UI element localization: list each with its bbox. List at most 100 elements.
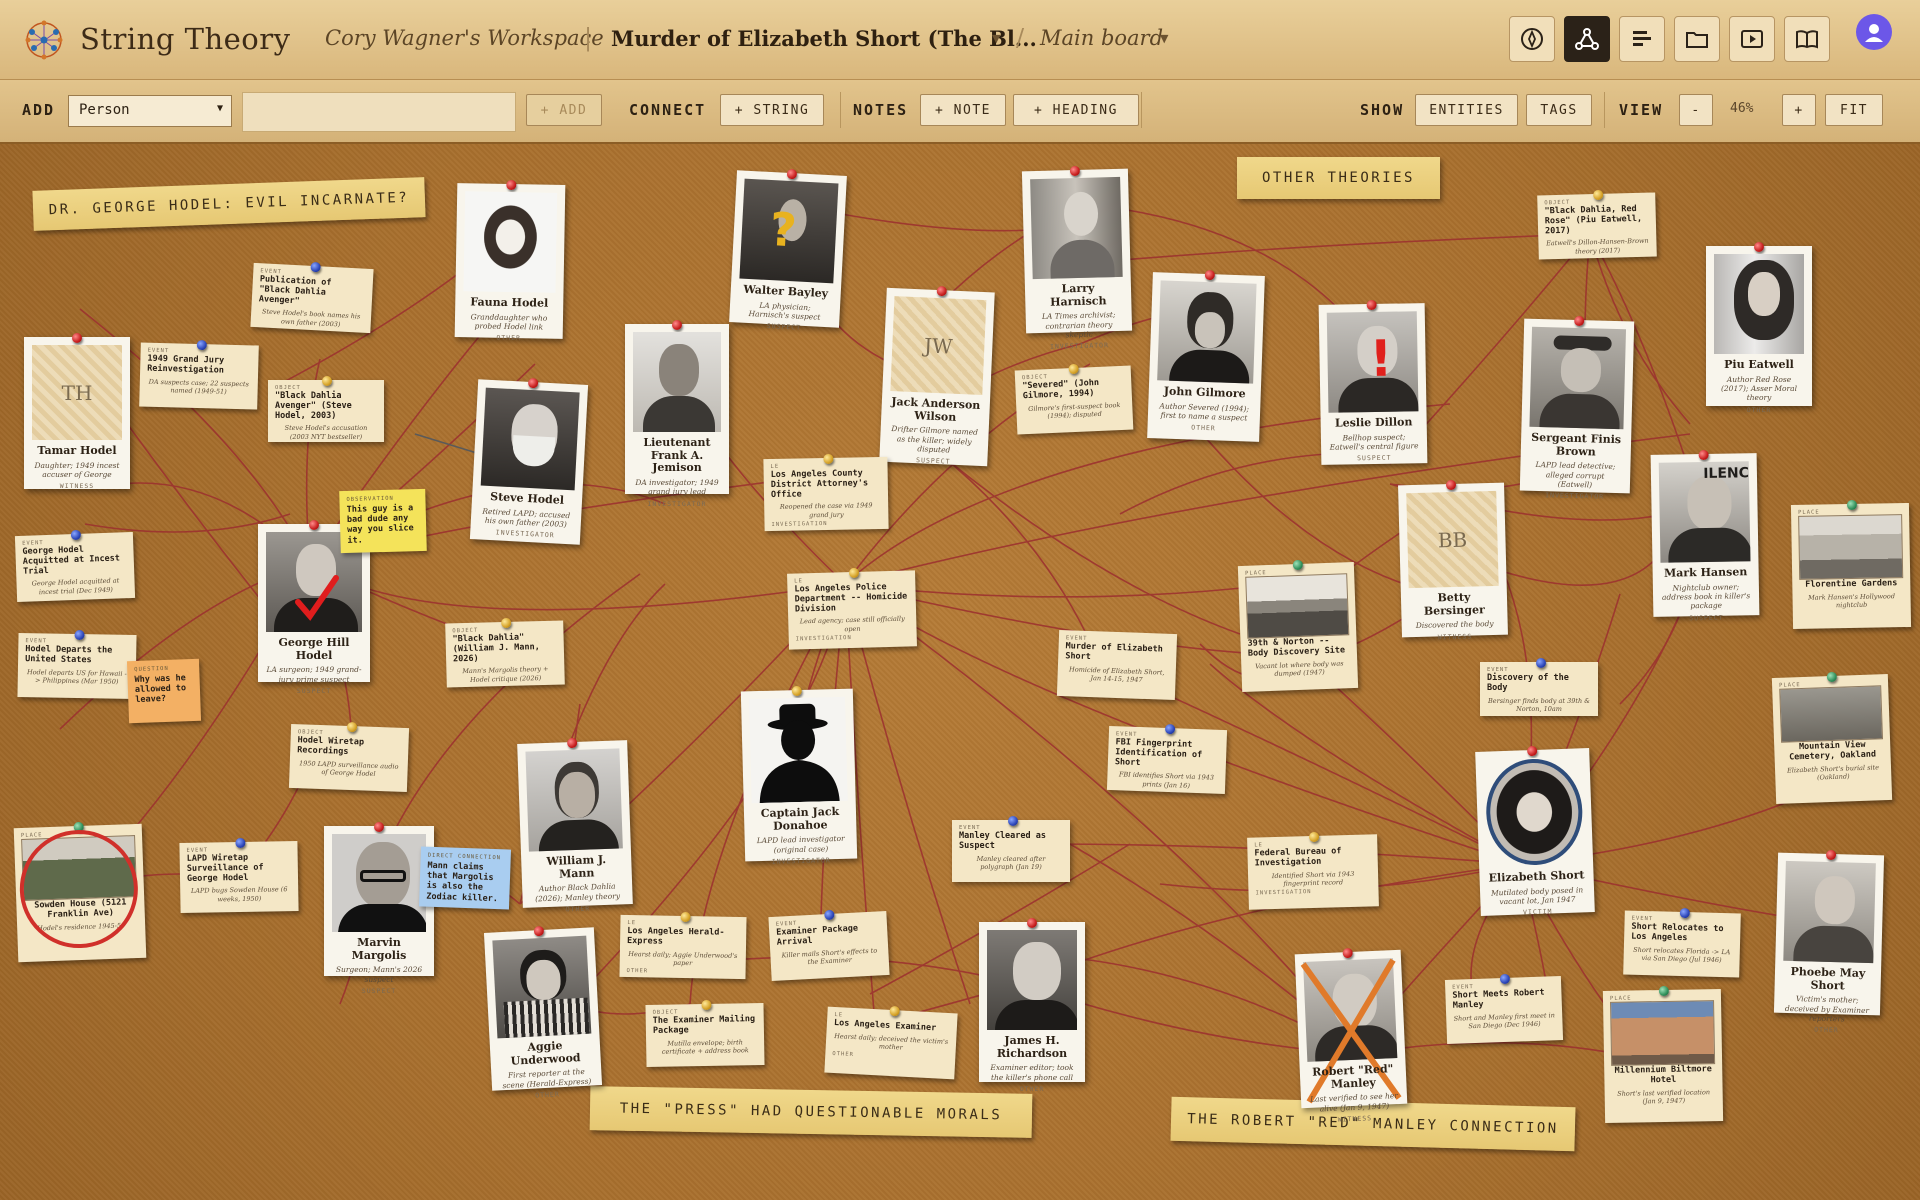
- show-tags-button[interactable]: TAGS: [1526, 94, 1592, 126]
- event-discovery-body[interactable]: EVENT Discovery of the Body Bersinger fi…: [1480, 658, 1598, 716]
- object-wiretap-recordings[interactable]: OBJECT Hodel Wiretap Recordings 1950 LAP…: [288, 721, 410, 793]
- note-body: FBI identifies Short via 1943 prints (Ja…: [1118, 770, 1215, 790]
- add-string-button[interactable]: + STRING: [720, 94, 824, 126]
- pin-icon: [1204, 269, 1216, 281]
- le-lapd-homicide[interactable]: LE Los Angeles Police Department -- Homi…: [787, 567, 917, 650]
- breadcrumb-workspace[interactable]: Cory Wagner's Workspace: [325, 26, 604, 50]
- sticky-margolis-zodiac[interactable]: DIRECT CONNECTION Mann claims that Margo…: [418, 846, 512, 910]
- book-button[interactable]: [1784, 16, 1830, 62]
- heading-other-theories[interactable]: OTHER THEORIES: [1237, 157, 1440, 199]
- pin-icon: [701, 999, 712, 1011]
- card-jack-anderson-wilson[interactable]: JW Jack Anderson Wilson Drifter Gilmore …: [879, 285, 995, 467]
- card-phoebe-short[interactable]: Phoebe May Short Victim's mother; deceiv…: [1773, 849, 1885, 1035]
- card-mark-hansen[interactable]: ILENC Mark Hansen Nightclub owner; addre…: [1650, 449, 1760, 622]
- sticky-question[interactable]: QUESTION Why was he allowed to leave?: [126, 658, 202, 724]
- le-la-examiner[interactable]: LE Los Angeles Examiner Hearst daily; de…: [824, 1005, 958, 1080]
- person-description: Nightclub owner; address book in killer'…: [1661, 582, 1751, 611]
- le-fbi[interactable]: LE Federal Bureau of Investigation Ident…: [1247, 831, 1379, 910]
- card-jack-donahoe[interactable]: Captain Jack Donahoe LAPD lead investiga…: [740, 685, 858, 866]
- breadcrumb-board[interactable]: Main board: [1040, 26, 1163, 50]
- card-john-gilmore[interactable]: John Gilmore Author Severed (1994); firs…: [1147, 269, 1265, 442]
- le-da-office[interactable]: LE Los Angeles County District Attorney'…: [763, 453, 889, 532]
- object-severed-book[interactable]: OBJECT "Severed" (John Gilmore, 1994) Gi…: [1014, 363, 1134, 435]
- note-body: Killer mails Short's effects to the Exam…: [781, 946, 878, 967]
- place-florentine-gardens[interactable]: PLACE Florentine Gardens Mark Hansen's H…: [1790, 499, 1912, 630]
- person-role: SUSPECT: [1689, 613, 1724, 623]
- event-hodel-departs[interactable]: EVENT Hodel Departs the United States Ho…: [17, 629, 137, 700]
- case-dropdown-caret-icon[interactable]: ▼: [992, 32, 1000, 45]
- event-murder-elizabeth-short[interactable]: EVENT Murder of Elizabeth Short Homicide…: [1056, 629, 1178, 701]
- investigation-board[interactable]: DR. GEORGE HODEL: EVIL INCARNATE? OTHER …: [0, 144, 1920, 1200]
- event-1949-grand-jury[interactable]: EVENT 1949 Grand Jury Reinvestigation DA…: [139, 339, 259, 410]
- place-mountain-view-cemetery[interactable]: PLACE Mountain View Cemetery, Oakland El…: [1771, 671, 1893, 804]
- graph-view-button[interactable]: [1564, 16, 1610, 62]
- event-examiner-package[interactable]: EVENT Examiner Package Arrival Killer ma…: [768, 909, 890, 982]
- event-manley-cleared[interactable]: EVENT Manley Cleared as Suspect Manley c…: [952, 816, 1070, 882]
- book-icon: [1796, 30, 1818, 49]
- add-entity-button[interactable]: + ADD: [526, 94, 602, 126]
- fit-view-button[interactable]: FIT: [1825, 94, 1883, 126]
- portrait-photo: [492, 935, 592, 1039]
- board-dropdown-caret-icon[interactable]: ▼: [1160, 32, 1168, 45]
- person-name: Steve Hodel: [489, 490, 565, 507]
- card-william-mann[interactable]: William J. Mann Author Black Dahlia (202…: [517, 737, 633, 913]
- zoom-out-button[interactable]: -: [1679, 94, 1713, 126]
- note-title: Murder of Elizabeth Short: [1065, 641, 1163, 662]
- place-sowden-house[interactable]: PLACE Sowden House (5121 Franklin Ave) H…: [13, 821, 147, 963]
- add-note-button[interactable]: + NOTE: [920, 94, 1006, 126]
- person-name: Marvin Margolis: [351, 936, 407, 962]
- show-entities-button[interactable]: ENTITIES: [1415, 94, 1518, 126]
- event-publication-avenger[interactable]: EVENT Publication of "Black Dahlia Aveng…: [250, 261, 374, 334]
- card-aggie-underwood[interactable]: Aggie Underwood First reporter at the sc…: [483, 925, 603, 1100]
- card-finis-brown[interactable]: Sergeant Finis Brown LAPD lead detective…: [1519, 315, 1635, 501]
- card-frank-jemison[interactable]: Lieutenant Frank A. Jemison DA investiga…: [625, 320, 729, 508]
- event-short-relocates[interactable]: EVENT Short Relocates to Los Angeles Sho…: [1623, 907, 1741, 978]
- heading-press-morals[interactable]: THE "PRESS" HAD QUESTIONABLE MORALS: [589, 1086, 1033, 1138]
- person-description: LA surgeon; 1949 grand-jury prime suspec…: [266, 665, 362, 684]
- breadcrumb-case[interactable]: Murder of Elizabeth Short (The Bl...: [611, 26, 1037, 51]
- compass-button[interactable]: [1509, 16, 1555, 62]
- person-name: Fauna Hodel: [470, 295, 549, 310]
- note-title: 1949 Grand Jury Reinvestigation: [147, 353, 225, 376]
- event-hodel-acquitted[interactable]: EVENT George Hodel Acquitted at Incest T…: [14, 529, 136, 603]
- card-piu-eatwell[interactable]: Piu Eatwell Author Red Rose (2017); Asse…: [1706, 242, 1812, 414]
- note-title: "Severed" (John Gilmore, 1994): [1022, 377, 1100, 401]
- entity-type-select[interactable]: Person ▼: [68, 95, 232, 127]
- add-heading-button[interactable]: + HEADING: [1013, 94, 1139, 126]
- person-role: INVESTIGATOR: [647, 499, 707, 508]
- card-walter-bayley[interactable]: ? Walter Bayley LA physician; Harnisch's…: [729, 168, 847, 332]
- sticky-bad-dude[interactable]: OBSERVATION This guy is a bad dude any w…: [339, 488, 427, 554]
- victim-highlight-circle: [1484, 757, 1585, 867]
- note-title: Los Angeles Herald-Express: [627, 926, 725, 947]
- event-fbi-fingerprint[interactable]: EVENT FBI Fingerprint Identification of …: [1106, 723, 1228, 795]
- person-description: Author Severed (1994); first to name a s…: [1159, 401, 1250, 423]
- person-description: Victim's mother; deceived by Examiner re…: [1784, 994, 1870, 1024]
- presentation-button[interactable]: [1729, 16, 1775, 62]
- card-betty-bersinger[interactable]: BB Betty Bersinger Discovered the body W…: [1398, 479, 1508, 641]
- folder-button[interactable]: [1674, 16, 1720, 62]
- place-biltmore-hotel[interactable]: PLACE Millennium Biltmore Hotel Short's …: [1602, 985, 1724, 1124]
- card-steve-hodel[interactable]: Steve Hodel Retired LAPD; accused his ow…: [469, 377, 589, 545]
- card-leslie-dillon[interactable]: ! Leslie Dillon Bellhop suspect; Eatwell…: [1318, 299, 1428, 465]
- place-39th-norton[interactable]: PLACE 39th & Norton -- Body Discovery Si…: [1237, 559, 1359, 692]
- object-black-dahlia-mann[interactable]: OBJECT "Black Dahlia" (William J. Mann, …: [445, 617, 565, 688]
- object-black-dahlia-red-rose[interactable]: OBJECT "Black Dahlia, Red Rose" (Piu Eat…: [1537, 189, 1657, 260]
- card-fauna-hodel[interactable]: Fauna Hodel Granddaughter who probed Hod…: [454, 179, 566, 343]
- timeline-button[interactable]: [1619, 16, 1665, 62]
- object-avenger-book[interactable]: OBJECT "Black Dahlia Avenger" (Steve Hod…: [268, 376, 384, 442]
- card-marvin-margolis[interactable]: Marvin Margolis Surgeon; Mann's 2026 sus…: [324, 822, 434, 995]
- card-james-richardson[interactable]: James H. Richardson Examiner editor; too…: [979, 918, 1085, 1093]
- entity-name-input[interactable]: [242, 92, 516, 132]
- object-examiner-mailing[interactable]: OBJECT The Examiner Mailing Package Muti…: [645, 999, 765, 1068]
- event-short-meets-manley[interactable]: EVENT Short Meets Robert Manley Short an…: [1444, 973, 1564, 1045]
- card-elizabeth-short[interactable]: Elizabeth Short Mutilated body posed in …: [1475, 745, 1595, 917]
- zoom-in-button[interactable]: +: [1782, 94, 1816, 126]
- user-avatar[interactable]: [1856, 14, 1892, 50]
- card-robert-manley[interactable]: Robert "Red" Manley Last verified to see…: [1294, 947, 1408, 1124]
- person-name: Lieutenant Frank A. Jemison: [643, 436, 711, 475]
- card-larry-harnisch[interactable]: Larry Harnisch LA Times archivist; contr…: [1021, 165, 1133, 351]
- card-tamar-hodel[interactable]: TH Tamar Hodel Daughter; 1949 incest acc…: [24, 333, 130, 490]
- event-lapd-surveillance[interactable]: EVENT LAPD Wiretap Surveillance of Georg…: [179, 837, 299, 914]
- le-herald-express[interactable]: LE Los Angeles Herald-Express Hearst dai…: [619, 911, 747, 980]
- person-role: OTHER: [1746, 405, 1772, 414]
